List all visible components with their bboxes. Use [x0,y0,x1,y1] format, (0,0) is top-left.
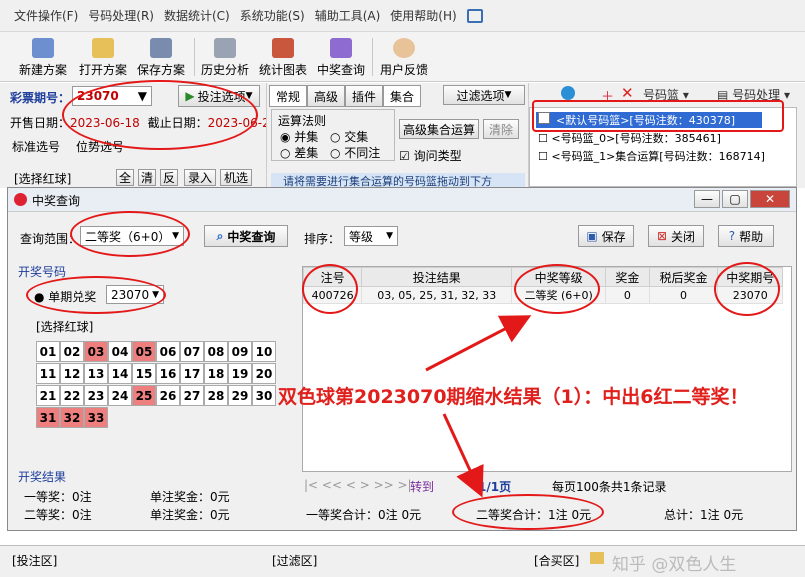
arrow-up [425,315,532,372]
annotation-arrows [425,315,532,498]
arrow-down [442,413,484,498]
